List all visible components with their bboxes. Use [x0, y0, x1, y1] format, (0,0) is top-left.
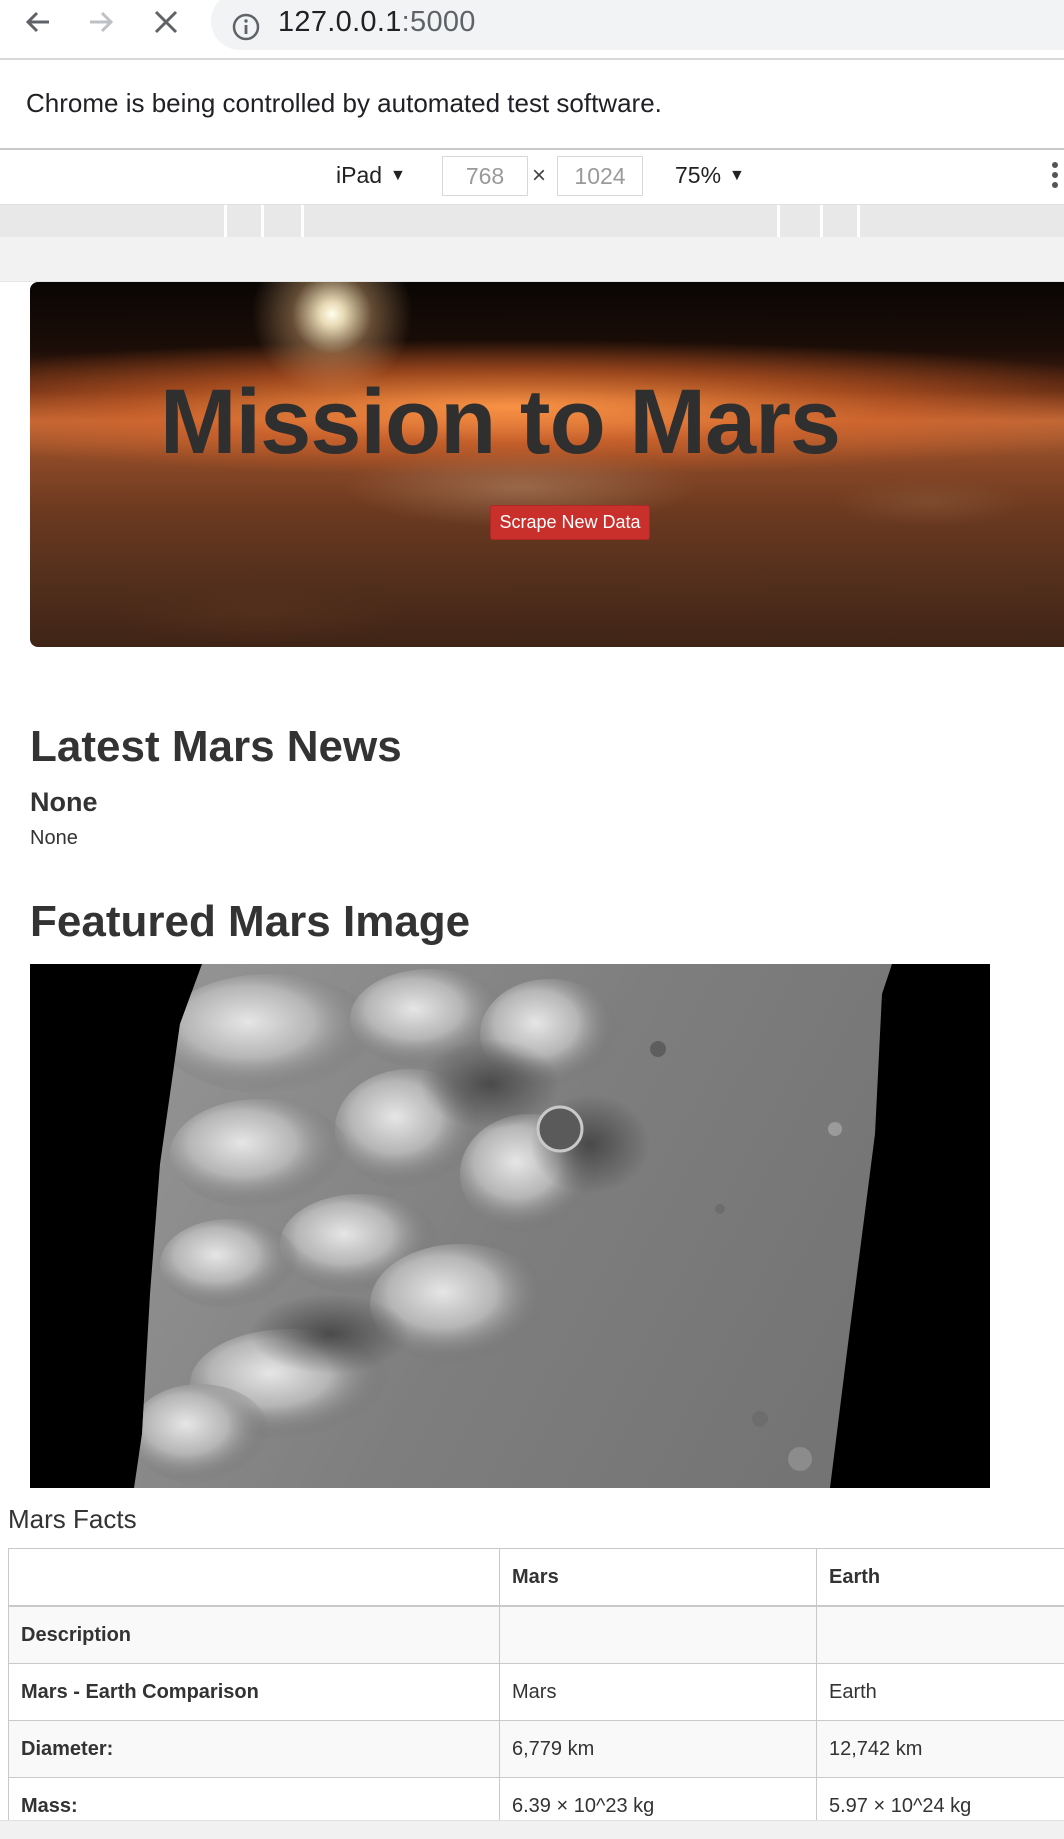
- device-toolbar: iPad ▼ 768 × 1024 75% ▼: [0, 150, 1064, 205]
- media-query-divider: [777, 205, 780, 237]
- mars-value-cell: 6,779 km: [500, 1721, 817, 1778]
- info-icon[interactable]: [231, 12, 261, 42]
- forward-button[interactable]: [79, 2, 123, 42]
- mars-surface-image: [30, 964, 990, 1488]
- page-title: Mission to Mars: [30, 370, 1030, 475]
- jumbotron-banner: Mission to Mars Scrape New Data: [30, 282, 1064, 647]
- column-header: Mars: [500, 1549, 817, 1607]
- table-row: Mars - Earth Comparison Mars Earth: [9, 1664, 1064, 1721]
- news-paragraph: None: [30, 827, 78, 850]
- featured-heading: Featured Mars Image: [30, 897, 470, 947]
- device-name: iPad: [336, 162, 382, 188]
- device-select[interactable]: iPad ▼: [336, 162, 406, 189]
- earth-value-cell: 12,742 km: [817, 1721, 1064, 1778]
- news-title: None: [30, 787, 98, 818]
- zoom-value: 75%: [675, 162, 721, 188]
- table-header-row: Mars Earth: [9, 1549, 1064, 1607]
- column-header: Earth: [817, 1549, 1064, 1607]
- width-input[interactable]: 768: [442, 156, 528, 196]
- scrape-new-data-button[interactable]: Scrape New Data: [490, 505, 650, 540]
- arrow-left-icon: [23, 7, 53, 37]
- url-port: :5000: [402, 6, 476, 38]
- arrow-right-icon: [86, 7, 116, 37]
- mars-value-cell: Mars: [500, 1664, 817, 1721]
- horizontal-scrollbar[interactable]: [0, 1820, 1064, 1839]
- media-query-divider: [820, 205, 823, 237]
- row-label: Description: [9, 1606, 500, 1664]
- mars-facts-table: Mars Earth Description Mars - Earth Comp…: [8, 1548, 1064, 1835]
- address-bar[interactable]: 127.0.0.1:5000: [211, 0, 1064, 50]
- caret-down-icon: ▼: [390, 167, 406, 184]
- stop-loading-button[interactable]: [144, 2, 188, 42]
- caret-down-icon: ▼: [729, 167, 745, 184]
- table-row: Diameter: 6,779 km 12,742 km: [9, 1721, 1064, 1778]
- earth-value-cell: Earth: [817, 1664, 1064, 1721]
- earth-value-cell: [817, 1606, 1064, 1664]
- more-vertical-icon[interactable]: [1050, 158, 1060, 192]
- row-label: Diameter:: [9, 1721, 500, 1778]
- row-label: Mars - Earth Comparison: [9, 1664, 500, 1721]
- news-heading: Latest Mars News: [30, 722, 402, 772]
- mars-value-cell: [500, 1606, 817, 1664]
- close-icon: [151, 7, 181, 37]
- infobar-message: Chrome is being controlled by automated …: [26, 88, 662, 119]
- facts-heading: Mars Facts: [8, 1504, 137, 1535]
- url-host: 127.0.0.1: [278, 6, 402, 38]
- zoom-select[interactable]: 75% ▼: [675, 162, 745, 189]
- media-query-bar[interactable]: [0, 205, 1064, 237]
- media-query-divider: [301, 205, 304, 237]
- media-query-divider: [261, 205, 264, 237]
- browser-toolbar: 127.0.0.1:5000: [0, 0, 1064, 60]
- ruler-bar: [0, 237, 1064, 282]
- height-input[interactable]: 1024: [557, 156, 643, 196]
- automation-infobar: Chrome is being controlled by automated …: [0, 60, 1064, 150]
- table-row: Description: [9, 1606, 1064, 1664]
- url-text[interactable]: 127.0.0.1:5000: [278, 6, 476, 39]
- media-query-divider: [857, 205, 860, 237]
- column-header: [9, 1549, 500, 1607]
- dimension-separator: ×: [532, 162, 546, 190]
- back-button[interactable]: [16, 2, 60, 42]
- media-query-divider: [224, 205, 227, 237]
- featured-mars-image: [30, 964, 990, 1488]
